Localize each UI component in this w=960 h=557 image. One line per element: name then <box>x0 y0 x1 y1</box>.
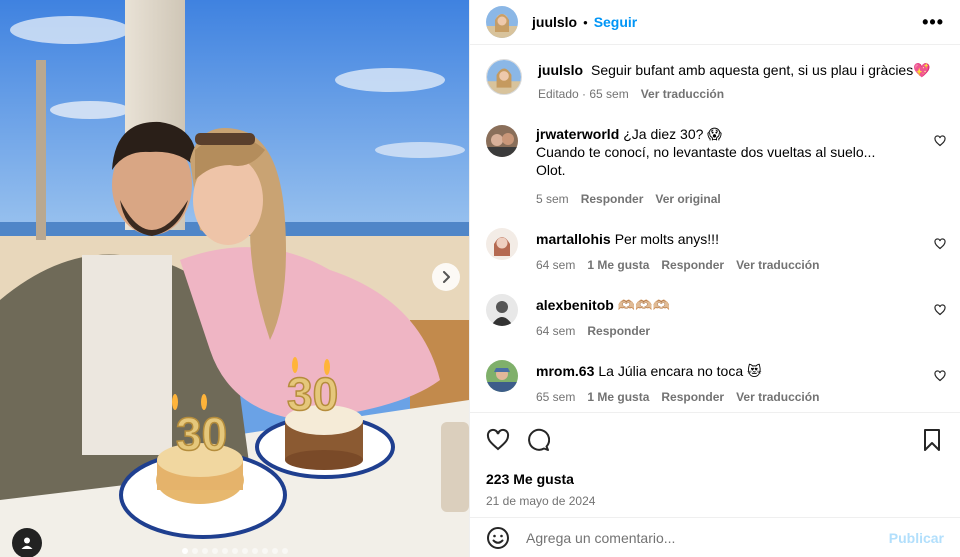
post-photo[interactable]: 30 30 <box>0 0 469 557</box>
comment-text-line: Cuando te conocí, no levantaste dos vuel… <box>536 144 876 160</box>
reply-button[interactable]: Responder <box>581 190 644 208</box>
comment-item: mrom.63 La Júlia encara no toca 😻 65 sem … <box>486 360 946 406</box>
comment-time: 5 sem <box>536 192 569 206</box>
comment-likes[interactable]: 1 Me gusta <box>587 388 649 406</box>
reply-button[interactable]: Responder <box>587 322 650 340</box>
comment-text-line: Olot. <box>536 162 566 178</box>
carousel-dot <box>221 548 228 554</box>
comment-item: martallohis Per molts anys!!! 64 sem 1 Me… <box>486 228 946 274</box>
see-original-link[interactable]: Ver original <box>655 190 720 208</box>
post-date[interactable]: 21 de mayo de 2024 <box>486 494 944 508</box>
comment-composer: Publicar <box>470 517 960 557</box>
carousel-dot <box>191 548 198 554</box>
commenter-avatar[interactable] <box>486 228 518 260</box>
emoji-icon[interactable] <box>486 526 510 550</box>
commenter-avatar[interactable] <box>486 125 518 157</box>
candle-30-right: 30 <box>287 368 338 420</box>
like-count[interactable]: 223 Me gusta <box>486 471 944 487</box>
caption-text: Seguir bufant amb aquesta gent, si us pl… <box>591 62 914 78</box>
comment-text: 🫶🏼🫶🏼🫶🏼 <box>617 297 671 313</box>
carousel-dot <box>261 548 268 554</box>
comment-username[interactable]: mrom.63 <box>536 363 594 379</box>
carousel-dot <box>271 548 278 554</box>
publish-button[interactable]: Publicar <box>889 530 944 546</box>
caption-time: Editado · 65 sem <box>538 87 629 101</box>
comment-text: ¿Ja diez 30? 😱 <box>623 126 722 142</box>
author-avatar[interactable] <box>486 6 518 38</box>
comment-icon[interactable] <box>526 428 550 452</box>
comment-username[interactable]: alexbenitob <box>536 297 614 313</box>
author-username[interactable]: juulslo <box>532 14 577 30</box>
comment-item: alexbenitob 🫶🏼🫶🏼🫶🏼 64 sem Responder <box>486 294 946 340</box>
carousel-next-button[interactable] <box>432 263 460 291</box>
more-options-icon[interactable]: ••• <box>922 13 944 31</box>
comment-text: La Júlia encara no toca 😻 <box>598 363 762 379</box>
caption: juulslo Seguir bufant amb aquesta gent, … <box>486 59 946 103</box>
comments-list[interactable]: juulslo Seguir bufant amb aquesta gent, … <box>470 45 960 412</box>
photo-scene: 30 30 <box>0 0 469 557</box>
carousel-dot <box>281 548 288 554</box>
like-comment-icon[interactable] <box>934 238 946 250</box>
carousel-dot <box>181 548 188 554</box>
carousel-indicator <box>0 548 469 554</box>
comment-time: 65 sem <box>536 390 576 404</box>
carousel-dot <box>211 548 218 554</box>
header-separator: • <box>583 14 588 30</box>
reply-button[interactable]: Responder <box>661 388 724 406</box>
carousel-dot <box>231 548 238 554</box>
bookmark-icon[interactable] <box>920 428 944 452</box>
carousel-dot <box>251 548 258 554</box>
comment-time: 64 sem <box>536 324 576 338</box>
chevron-right-icon <box>443 271 450 283</box>
caption-username[interactable]: juulslo <box>538 62 583 78</box>
translate-link[interactable]: Ver traducción <box>641 85 724 103</box>
translate-link[interactable]: Ver traducción <box>736 388 819 406</box>
comment-username[interactable]: jrwaterworld <box>536 126 619 142</box>
translate-link[interactable]: Ver traducción <box>736 256 819 274</box>
carousel-dot <box>201 548 208 554</box>
like-comment-icon[interactable] <box>934 135 946 147</box>
post-header: juulslo • Seguir ••• <box>470 0 960 45</box>
comment-input[interactable] <box>526 529 889 546</box>
caption-avatar[interactable] <box>486 59 522 95</box>
comment-username[interactable]: martallohis <box>536 231 611 247</box>
reply-button[interactable]: Responder <box>661 256 724 274</box>
candle-30-left: 30 <box>176 408 227 460</box>
comment-text: Per molts anys!!! <box>614 231 719 247</box>
heart-icon[interactable] <box>486 428 510 452</box>
comment-likes[interactable]: 1 Me gusta <box>587 256 649 274</box>
comment-time: 64 sem <box>536 258 576 272</box>
commenter-avatar[interactable] <box>486 294 518 326</box>
heart-emoji: 💖 <box>913 62 931 78</box>
like-comment-icon[interactable] <box>934 370 946 382</box>
post-actions: 223 Me gusta 21 de mayo de 2024 <box>470 412 960 508</box>
follow-button[interactable]: Seguir <box>594 14 638 30</box>
carousel-dot <box>241 548 248 554</box>
comment-item: jrwaterworld ¿Ja diez 30? 😱 Cuando te con… <box>486 125 946 208</box>
like-comment-icon[interactable] <box>934 304 946 316</box>
post-sidebar: juulslo • Seguir ••• juulslo Seguir bufa… <box>469 0 960 557</box>
commenter-avatar[interactable] <box>486 360 518 392</box>
